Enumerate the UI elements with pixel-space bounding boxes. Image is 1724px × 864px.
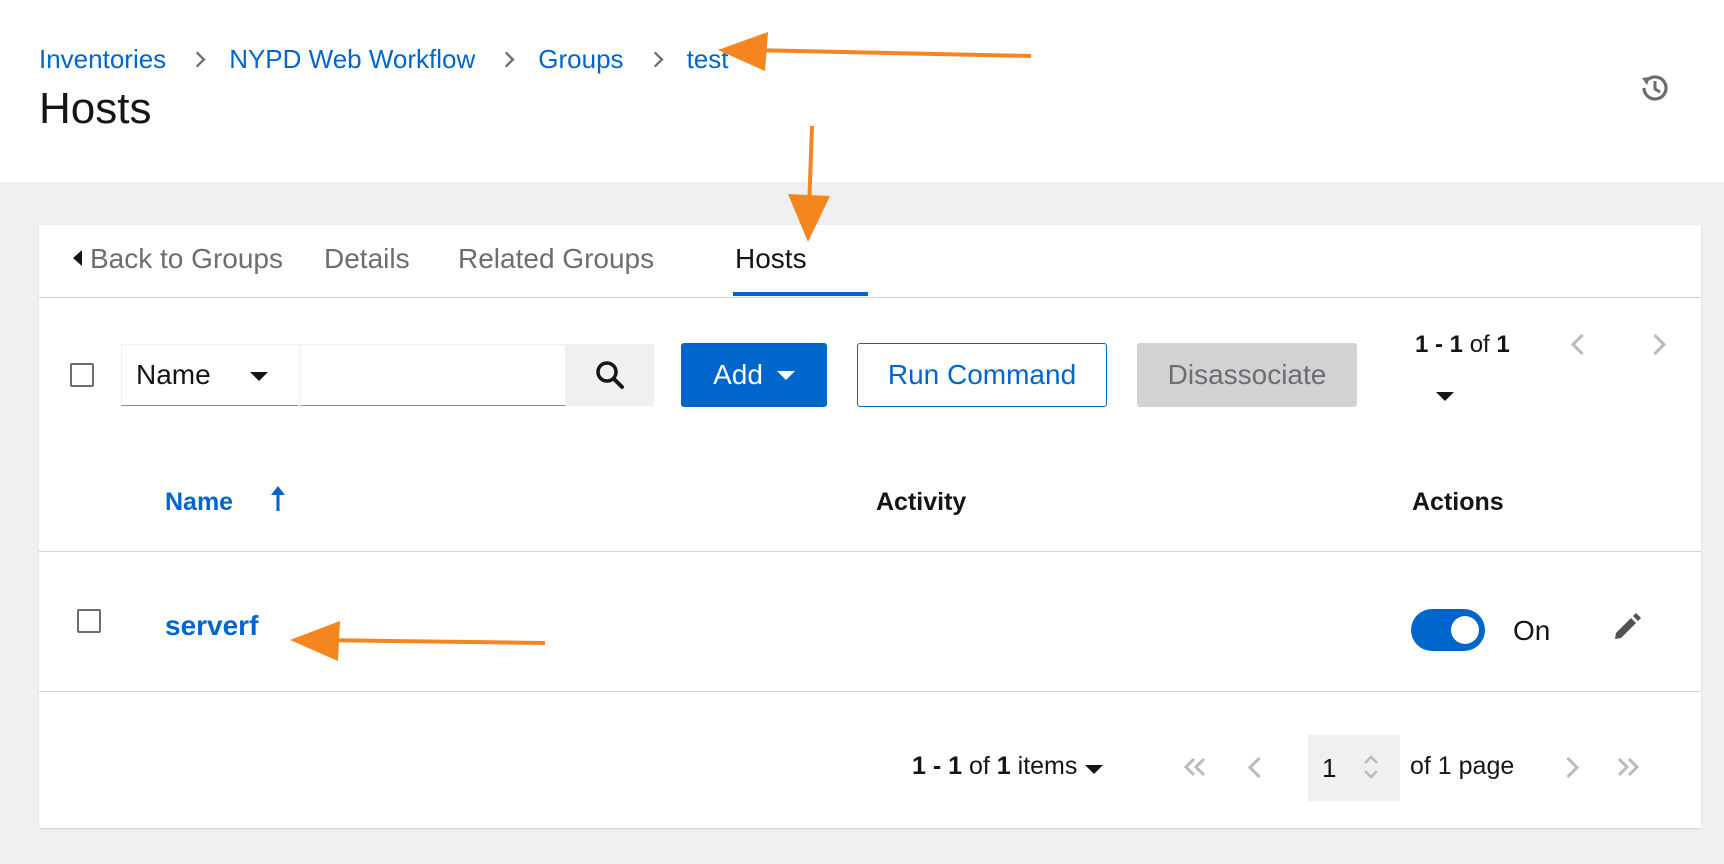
next-page-icon[interactable] (1557, 756, 1580, 779)
breadcrumb-inventory[interactable]: NYPD Web Workflow (229, 44, 475, 75)
tab-back-to-groups[interactable]: Back to Groups (73, 243, 283, 275)
chevron-right-icon (498, 51, 515, 68)
previous-page-icon[interactable] (1247, 756, 1270, 779)
caret-down-icon (250, 372, 268, 381)
pagination-bottom-range: 1 - 1 (912, 752, 963, 780)
search-input[interactable] (300, 344, 566, 406)
search-icon (596, 361, 624, 389)
page-number-input[interactable]: 1 (1308, 735, 1400, 801)
active-tab-indicator (733, 292, 868, 296)
toggle-knob (1451, 616, 1479, 644)
search-button[interactable] (566, 344, 654, 406)
table-header-divider (39, 551, 1701, 552)
add-button-label: Add (713, 359, 763, 390)
select-all-checkbox[interactable] (70, 363, 94, 387)
add-button[interactable]: Add (681, 343, 827, 407)
tab-back-label: Back to Groups (90, 243, 283, 274)
last-page-icon[interactable] (1615, 757, 1641, 777)
per-page-toggle-icon[interactable] (1436, 392, 1454, 401)
caret-left-icon (73, 249, 82, 266)
host-enabled-toggle[interactable] (1411, 609, 1485, 651)
table-row-divider (39, 691, 1701, 692)
next-page-icon[interactable] (1644, 333, 1667, 356)
tab-details[interactable]: Details (324, 243, 410, 275)
pagination-top-summary: 1 - 1 of 1 (1415, 331, 1510, 359)
toggle-state-label: On (1513, 615, 1551, 646)
pencil-icon[interactable] (1608, 609, 1644, 645)
first-page-icon[interactable] (1182, 757, 1208, 777)
history-icon[interactable] (1637, 70, 1673, 106)
chevron-right-icon (647, 51, 664, 68)
column-header-actions: Actions (1412, 488, 1504, 516)
pagination-top-of: of (1469, 331, 1490, 358)
page-number-value: 1 (1322, 752, 1337, 783)
host-name-link[interactable]: serverf (165, 610, 258, 642)
hosts-card: Back to Groups Details Related Groups Ho… (39, 225, 1701, 828)
page-count-label: of 1 page (1410, 752, 1515, 780)
page-header: Inventories NYPD Web Workflow Groups tes… (0, 0, 1724, 182)
row-select-checkbox[interactable] (77, 609, 101, 633)
pagination-bottom-items: items (1017, 752, 1078, 780)
sort-ascending-icon[interactable] (270, 485, 286, 513)
tab-bar: Back to Groups Details Related Groups Ho… (39, 225, 1701, 298)
tab-related-groups[interactable]: Related Groups (458, 243, 654, 275)
tab-hosts[interactable]: Hosts (735, 243, 807, 275)
previous-page-icon[interactable] (1570, 333, 1593, 356)
search-field-label: Name (136, 359, 211, 390)
run-command-button[interactable]: Run Command (857, 343, 1107, 407)
pagination-top-total: 1 (1496, 331, 1510, 358)
column-header-name[interactable]: Name (165, 488, 233, 517)
per-page-caret-icon[interactable] (1085, 765, 1103, 774)
search-field-select[interactable]: Name (121, 344, 299, 406)
page-title: Hosts (39, 84, 152, 133)
pagination-top-range: 1 - 1 (1415, 331, 1464, 358)
chevron-right-icon (189, 51, 206, 68)
column-header-activity: Activity (876, 488, 967, 516)
spinner-arrows-icon[interactable] (1362, 752, 1380, 782)
breadcrumb-groups[interactable]: Groups (538, 44, 623, 75)
breadcrumb-group[interactable]: test (687, 44, 729, 75)
disassociate-button[interactable]: Disassociate (1137, 343, 1357, 407)
pagination-bottom-total: 1 (996, 752, 1011, 780)
pagination-bottom-summary[interactable]: 1 - 1 of 1 items (912, 752, 1077, 781)
caret-down-icon (776, 370, 795, 380)
breadcrumb-inventories[interactable]: Inventories (39, 44, 166, 75)
pagination-bottom-of: of (968, 752, 990, 780)
breadcrumb: Inventories NYPD Web Workflow Groups tes… (39, 44, 728, 75)
